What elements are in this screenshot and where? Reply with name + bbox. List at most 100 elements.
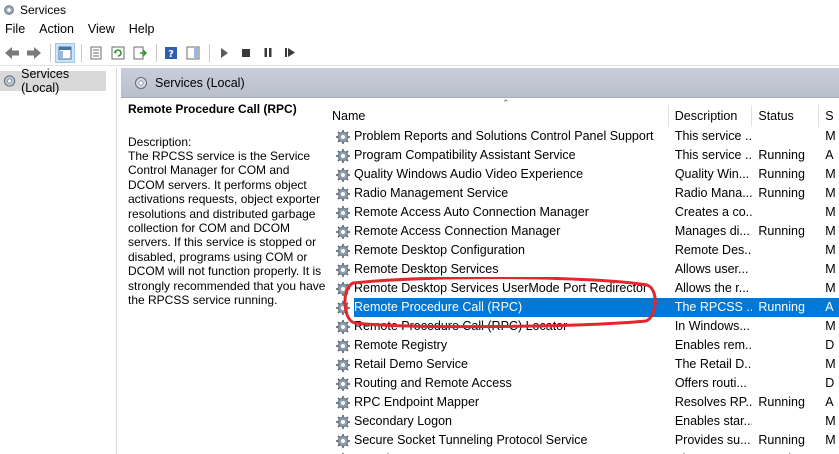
service-details-title: Remote Procedure Call (RPC) [128,102,297,116]
table-row[interactable]: Remote Desktop Configuration Remote Des..… [326,241,839,260]
service-startup-type: D [825,376,835,390]
window-title: Services [20,2,67,17]
pause-icon[interactable] [258,43,278,63]
service-description: Enables rem... [674,338,753,352]
service-name: Remote Desktop Services UserMode Port Re… [354,281,648,295]
service-gear-icon [336,224,350,239]
table-row[interactable]: Radio Management Service Radio Mana... Run… [326,184,839,203]
table-row[interactable]: Remote Desktop Services Allows user... M [326,260,839,279]
menu-view[interactable]: View [81,19,122,39]
service-status: Running [752,298,820,317]
service-name-cell: RPC Endpoint Mapper [326,393,669,412]
service-startup-type: M [825,414,836,428]
service-name: Secondary Logon [354,414,452,428]
column-header-status[interactable]: Status [752,105,820,127]
services-list: ⌃ Name Description Status S Problem Repo… [326,98,839,454]
refresh-icon[interactable] [108,43,128,63]
service-description: Manages di... [674,224,750,238]
service-startup-type: M [825,205,836,219]
table-row[interactable]: Security Accounts Manager The startup...R… [326,450,839,454]
service-status: Running [758,167,805,181]
service-status: Running [752,450,819,454]
table-row[interactable]: Remote Procedure Call (RPC) Locator In Wi… [326,317,839,336]
service-name: Radio Management Service [354,186,509,200]
service-description: This service ... [674,129,753,143]
service-startup-type: M [825,281,836,295]
service-name-cell: Program Compatibility Assistant Service [326,146,669,165]
service-name-cell: Quality Windows Audio Video Experience [326,165,669,184]
service-gear-icon [336,205,350,220]
service-gear-icon [336,262,350,277]
tree-item-label: Services (Local) [21,67,70,95]
table-row[interactable]: Retail Demo Service The Retail D... M [326,355,839,374]
service-status: Running [758,395,805,409]
menu-help[interactable]: Help [122,19,162,39]
properties-icon[interactable] [86,43,106,63]
service-description: Radio Mana... [674,186,753,200]
menu-file[interactable]: File [0,19,32,39]
service-description: Creates a co... [674,205,753,219]
table-row[interactable]: Remote Access Auto Connection Manager Cre… [326,203,839,222]
service-gear-icon [336,129,350,144]
service-gear-icon [336,319,350,334]
table-row[interactable]: Remote Registry Enables rem... D [326,336,839,355]
table-row[interactable]: RPC Endpoint Mapper Resolves RP... Running… [326,393,839,412]
service-description: Resolves RP... [674,395,753,409]
list-header: ⌃ Name Description Status S [326,98,839,127]
service-details-panel: Remote Procedure Call (RPC) Description:… [121,98,326,454]
service-status: Running [758,433,805,447]
forward-arrow-icon[interactable] [24,43,44,63]
service-startup-type: M [825,243,836,257]
back-arrow-icon[interactable] [2,43,22,63]
tree-item-services-local[interactable]: Services (Local) [0,67,106,95]
column-header-name[interactable]: Name [326,105,669,127]
toolbar: ? [0,40,839,66]
pane-header: Services (Local) [121,68,839,98]
service-description: Enables star... [674,414,753,428]
table-row[interactable]: Program Compatibility Assistant Service T… [326,146,839,165]
service-description: In Windows... [674,319,750,333]
services-gear-icon [3,75,16,87]
table-row[interactable]: Secondary Logon Enables star... M [326,412,839,431]
table-row[interactable]: Problem Reports and Solutions Control Pa… [326,127,839,146]
show-hide-console-tree-icon[interactable] [55,42,75,63]
table-row[interactable]: Remote Desktop Services UserMode Port Re… [326,279,839,298]
service-name-cell: Remote Desktop Services [326,260,669,279]
service-status: Running [758,224,805,238]
service-startup-type: M [825,129,836,143]
svg-text:?: ? [168,49,174,60]
column-header-description[interactable]: Description [669,105,753,127]
service-name-cell: Remote Access Connection Manager [326,222,669,241]
services-gear-icon [135,76,147,89]
table-row[interactable]: Routing and Remote Access Offers routi...… [326,374,839,393]
service-gear-icon [336,281,350,296]
start-icon[interactable] [214,43,234,63]
service-name-cell: Remote Desktop Services UserMode Port Re… [326,279,669,298]
service-name: Remote Procedure Call (RPC) [354,300,523,314]
service-startup-type: A [825,395,834,409]
service-name-cell: Secure Socket Tunneling Protocol Service [326,431,669,450]
action-pane-icon[interactable] [183,43,203,63]
table-row[interactable]: Quality Windows Audio Video Experience Qu… [326,165,839,184]
export-list-icon[interactable] [130,43,150,63]
menu-action[interactable]: Action [32,19,81,39]
table-row[interactable]: Remote Procedure Call (RPC) The RPCSS ...… [326,298,839,317]
restart-icon[interactable] [280,43,300,63]
service-name-cell: Secondary Logon [326,412,669,431]
service-startup-type: M [825,433,836,447]
service-name: Problem Reports and Solutions Control Pa… [354,129,654,143]
service-description: The Retail D... [674,357,753,371]
service-startup-type: A [819,450,839,454]
column-header-startup-type[interactable]: S [819,105,839,127]
toolbar-separator [50,43,51,62]
service-description: Remote Des... [674,243,753,257]
stop-icon[interactable] [236,43,256,63]
service-description-text: The RPCSS service is the Service Control… [128,149,326,308]
service-startup-type: M [825,224,836,238]
table-row[interactable]: Secure Socket Tunneling Protocol Service… [326,431,839,450]
service-name-cell: Remote Access Auto Connection Manager [326,203,669,222]
service-name: Quality Windows Audio Video Experience [354,167,584,181]
table-row[interactable]: Remote Access Connection Manager Manages … [326,222,839,241]
service-description: Allows the r... [674,281,750,295]
help-icon[interactable]: ? [161,43,181,63]
